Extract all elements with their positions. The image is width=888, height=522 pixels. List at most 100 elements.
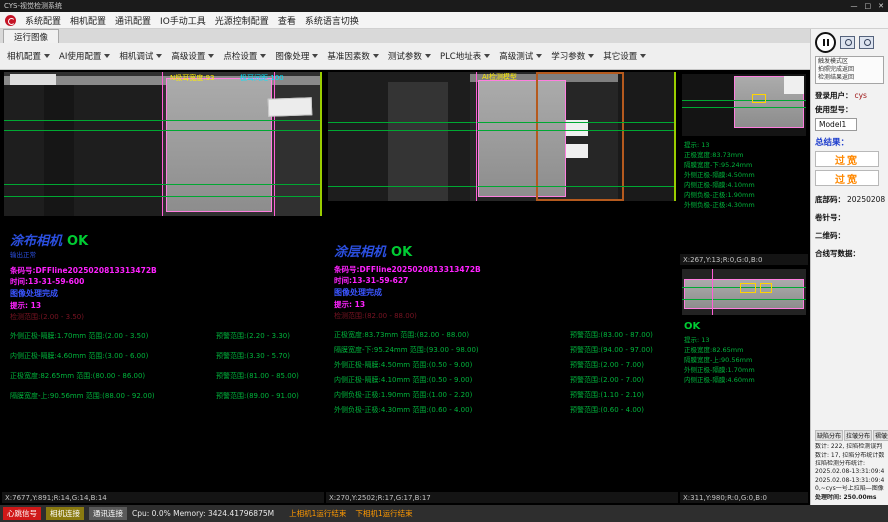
upper-camera-run-status: 上相机1运行结束 [289, 508, 346, 519]
pin-number-row: 卷针号： [815, 212, 884, 223]
stats-line: 0,~cys一号上拉陷—图像 [815, 485, 884, 493]
stats-text-block: 数计: 222, 拉陷检测误判 数计: 17, 拉陷分布统计数:0, 拉陷检测分… [815, 443, 884, 502]
lower-camera-run-status: 下相机1运行结束 [355, 508, 412, 519]
write-data-label: 合线写数据： [815, 248, 860, 259]
menu-item-view[interactable]: 查看 [278, 14, 296, 27]
warning-range: 预警范围:(81.00 - 85.00) [216, 371, 320, 381]
preview-line: 内侧正极-隔膜:4.10mm [684, 180, 804, 190]
preview-column: 提示: 13 正极宽度:83.73mm 隔膜宽度-下:95.24mm 外侧正极-… [680, 72, 808, 503]
overlay-yellow-box [760, 283, 772, 293]
toolbar-btn-advanced-test[interactable]: 高级测试 [495, 47, 546, 65]
overlay-green-line [4, 120, 322, 121]
toolbar-btn-advanced-settings[interactable]: 高级设置 [167, 47, 218, 65]
toolbar-btn-image-processing[interactable]: 图像处理 [271, 47, 322, 65]
measurement-value: 隔膜宽度-下:95.24mm 范围:(93.00 - 98.00) [334, 345, 564, 355]
menu-item-comm-config[interactable]: 通讯配置 [115, 14, 151, 27]
hint-text: 提示: 13 [10, 300, 324, 311]
maximize-button[interactable]: □ [865, 2, 872, 10]
toolbar-btn-plc-table[interactable]: PLC地址表 [436, 47, 494, 65]
measurement-value: 外侧正极-隔膜:1.70mm 范围:(2.00 - 3.50) [10, 331, 210, 341]
camera-icon[interactable] [840, 36, 855, 49]
measurement-value: 内侧正极-隔膜:4.60mm 范围:(3.00 - 6.00) [10, 351, 210, 361]
stats-line: 2025.02.08-13:31:09:45 [815, 468, 884, 476]
camera-title: 涂布相机 [10, 230, 62, 249]
menu-item-system-config[interactable]: 系统配置 [25, 14, 61, 27]
pixel-coords-bar-left: X:7677,Y:891;R:14,G:14,B:14 [2, 492, 324, 503]
pause-button[interactable] [815, 32, 836, 53]
preview-line: 外侧正极-隔膜:1.70mm [684, 365, 804, 375]
preview-image-top[interactable] [682, 74, 806, 136]
camera-connection-indicator: 相机连接 [46, 507, 84, 520]
close-button[interactable]: ✕ [878, 2, 884, 10]
measurement-value: 内侧负极-正极:1.90mm 范围:(1.00 - 2.20) [334, 390, 564, 400]
overlay-label-tab-gap: 极耳间距:100 [240, 73, 284, 83]
pixel-coords-bar-middle: X:270,Y:2502;R:17,G:17,B:17 [326, 492, 678, 503]
preview-line: 内侧正极-隔膜:4.60mm [684, 375, 804, 385]
measurement-table: 正极宽度:83.73mm 范围:(82.00 - 88.00)预警范围:(83.… [334, 330, 678, 415]
comm-connection-indicator: 通讯连接 [89, 507, 127, 520]
menu-item-camera-config[interactable]: 相机配置 [70, 14, 106, 27]
stats-tabs: 缺陷分布 拉皱分布 褶皱分布 [815, 430, 884, 441]
time-text: 时间:13-31-59-627 [334, 275, 678, 286]
toolbar: 相机配置 AI使用配置 相机调试 高级设置 点检设置 图像处理 基准因素数 测试… [0, 43, 810, 70]
model-select-row: Model1 [815, 118, 884, 131]
minimize-button[interactable]: — [851, 2, 858, 10]
toolbar-btn-ai-config[interactable]: AI使用配置 [55, 47, 114, 65]
login-user-label: 登录用户： [815, 90, 853, 101]
trigger-mode-box[interactable]: 触发模式区 拍照完成返回 检测结果返回 [815, 56, 884, 84]
titlebar: CYS-视觉检测系统 — □ ✕ [0, 0, 888, 12]
stats-tab-wrinkle[interactable]: 拉皱分布 [844, 430, 872, 441]
toolbar-btn-label: 高级设置 [171, 50, 205, 62]
trigger-mode-option: 检测结果返回 [818, 74, 881, 82]
status-bar: 心跳信号 相机连接 通讯连接 Cpu: 0.0% Memory: 3424.41… [0, 505, 888, 522]
preview-panel-top: 提示: 13 正极宽度:83.73mm 隔膜宽度-下:95.24mm 外侧正极-… [680, 72, 808, 265]
write-data-row: 合线写数据： [815, 248, 884, 259]
model-select[interactable]: Model1 [815, 118, 857, 131]
stats-tab-defect[interactable]: 缺陷分布 [815, 430, 843, 441]
camera-image-left[interactable]: N极耳宽度:93 极耳间距:100 [4, 72, 322, 216]
window-controls: — □ ✕ [851, 2, 885, 10]
toolbar-btn-label: 相机配置 [7, 50, 41, 62]
preview-line: 正极宽度:82.65mm [684, 345, 804, 355]
bottom-code-row: 底部码： 20250208 [815, 194, 884, 205]
login-user-value: cys [855, 91, 867, 100]
toolbar-btn-learning-params[interactable]: 学习参数 [547, 47, 598, 65]
toolbar-btn-label: 基准因素数 [327, 50, 370, 62]
app-logo-icon [5, 15, 16, 26]
trigger-mode-title: 触发模式区 [818, 58, 881, 66]
menu-item-language-switch[interactable]: 系统语言切换 [305, 14, 359, 27]
toolbar-btn-label: 测试参数 [388, 50, 422, 62]
toolbar-btn-spot-check[interactable]: 点检设置 [219, 47, 270, 65]
overlay-green-line [4, 130, 322, 131]
toolbar-btn-baseline-params[interactable]: 基准因素数 [323, 47, 383, 65]
stats-line: 数计: 222, 拉陷检测误判 [815, 443, 884, 451]
overlay-green-line [328, 130, 676, 131]
warning-range: 预警范围:(0.60 - 4.00) [570, 405, 674, 415]
pixel-coords-text: X:311,Y:980;R:0,G:0,B:0 [683, 494, 767, 502]
menu-bar: 系统配置 相机配置 通讯配置 IO手动工具 光源控制配置 查看 系统语言切换 [0, 12, 888, 29]
toolbar-btn-other-settings[interactable]: 其它设置 [599, 47, 650, 65]
preview-line: 内侧负极-正极:1.90mm [684, 190, 804, 200]
stats-tab-fold[interactable]: 褶皱分布 [873, 430, 888, 441]
warning-range: 预警范围:(3.30 - 5.70) [216, 351, 320, 361]
toolbar-btn-test-params[interactable]: 测试参数 [384, 47, 435, 65]
toolbar-btn-camera-debug[interactable]: 相机调试 [115, 47, 166, 65]
camera-image-middle[interactable]: AI检测模型 [328, 72, 676, 201]
camera-icon[interactable] [859, 36, 874, 49]
toolbar-btn-camera-config[interactable]: 相机配置 [3, 47, 54, 65]
process-status-text: 图像处理完成 [10, 288, 324, 301]
result-text-middle: 涂层相机 OK 条码号:DFFline2025020813313472B 时间:… [326, 201, 678, 492]
menu-item-io-manual[interactable]: IO手动工具 [160, 14, 206, 27]
measurement-value: 内侧正极-隔膜:4.10mm 范围:(0.50 - 9.00) [334, 375, 564, 385]
qr-code-label: 二维码： [815, 230, 845, 241]
menu-item-light-control[interactable]: 光源控制配置 [215, 14, 269, 27]
main-column: 运行图像 相机配置 AI使用配置 相机调试 高级设置 点检设置 图像处理 基准因… [0, 29, 810, 505]
tab-run-image[interactable]: 运行图像 [3, 29, 59, 43]
measurement-value: 隔膜宽度-上:90.56mm 范围:(88.00 - 92.00) [10, 391, 210, 401]
app-window: CYS-视觉检测系统 — □ ✕ 系统配置 相机配置 通讯配置 IO手动工具 光… [0, 0, 888, 522]
separator-tab [268, 97, 313, 117]
toolbar-btn-label: PLC地址表 [440, 50, 481, 62]
result-title-line: 涂层相机 OK [334, 241, 678, 260]
preview-image-bottom[interactable] [682, 269, 806, 315]
toolbar-btn-label: AI使用配置 [59, 50, 101, 62]
